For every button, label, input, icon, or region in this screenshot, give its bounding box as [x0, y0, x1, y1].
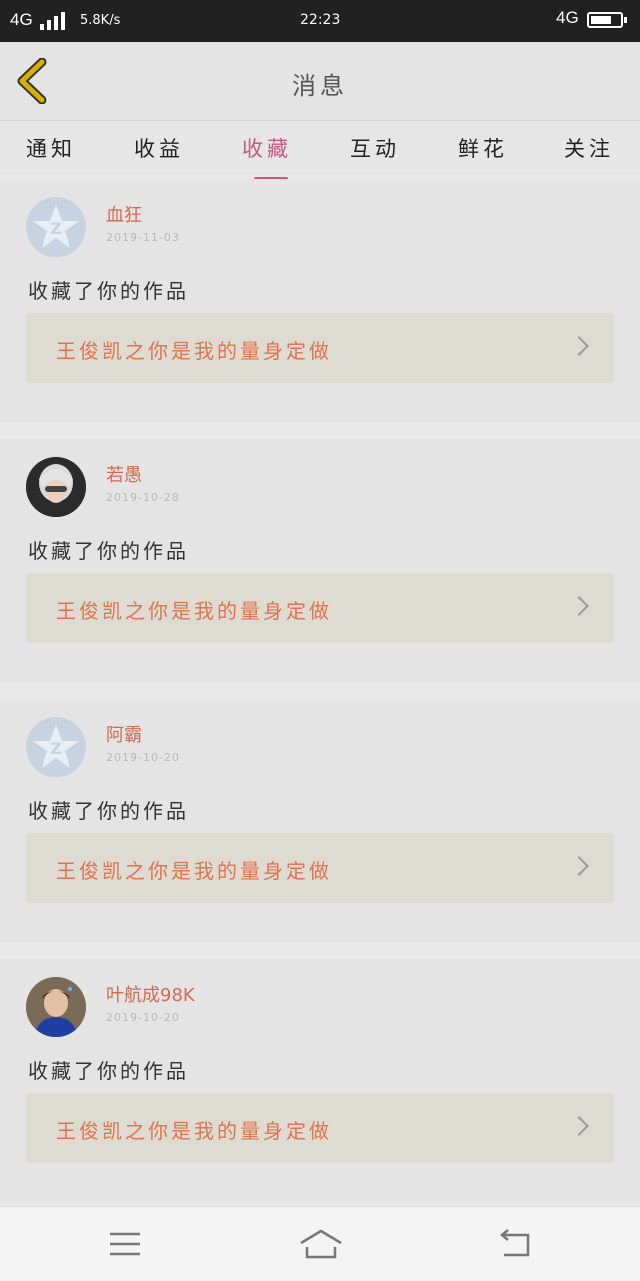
- list-item: Z 血狂 2019-11-03 收藏了你的作品 王俊凯之你是我的量身定做: [0, 179, 640, 422]
- svg-text:Z: Z: [50, 219, 62, 238]
- timestamp: 2019-11-03: [106, 231, 180, 244]
- timestamp: 2019-10-28: [106, 491, 180, 504]
- return-icon: [500, 1229, 530, 1257]
- work-title: 王俊凯之你是我的量身定做: [56, 859, 332, 883]
- avatar[interactable]: [26, 457, 86, 517]
- tab-label: 互动: [350, 137, 400, 161]
- status-bar: 4G 5.8K/s 22:23 4G: [0, 0, 640, 42]
- tab-favorites[interactable]: 收藏: [222, 133, 312, 180]
- chevron-right-icon: [569, 856, 589, 876]
- qzone-icon[interactable]: Z: [26, 717, 86, 777]
- timestamp: 2019-10-20: [106, 751, 180, 764]
- user-name[interactable]: 阿霸: [106, 721, 142, 747]
- tab-notice[interactable]: 通知: [6, 133, 96, 163]
- tab-interaction[interactable]: 互动: [330, 133, 420, 163]
- clock: 22:23: [300, 12, 341, 28]
- tab-income[interactable]: 收益: [114, 133, 204, 163]
- chevron-right-icon: [569, 1116, 589, 1136]
- svg-text:Z: Z: [50, 739, 62, 758]
- list-item: Z 阿霸 2019-10-20 收藏了你的作品 王俊凯之你是我的量身定做: [0, 699, 640, 942]
- chevron-right-icon: [569, 596, 589, 616]
- network-speed: 5.8K/s: [80, 13, 121, 28]
- tab-bar: 通知 收益 收藏 互动 鲜花 关注: [0, 121, 640, 180]
- action-text: 收藏了你的作品: [28, 1059, 189, 1083]
- system-nav-bar: [0, 1206, 640, 1281]
- action-text: 收藏了你的作品: [28, 279, 189, 303]
- tab-label: 收益: [134, 137, 184, 161]
- tab-label: 收藏: [242, 137, 292, 161]
- tab-label: 关注: [564, 137, 614, 161]
- tab-follow[interactable]: 关注: [544, 133, 634, 163]
- network-type-2: 4G: [556, 8, 579, 27]
- back-nav-button[interactable]: [496, 1227, 536, 1261]
- list-item: 若愚 2019-10-28 收藏了你的作品 王俊凯之你是我的量身定做: [0, 439, 640, 682]
- work-title: 王俊凯之你是我的量身定做: [56, 599, 332, 623]
- tab-flowers[interactable]: 鲜花: [438, 133, 528, 163]
- header: 消息: [0, 42, 640, 121]
- user-name[interactable]: 叶航成98K: [106, 981, 195, 1007]
- menu-icon: [110, 1232, 140, 1256]
- work-title: 王俊凯之你是我的量身定做: [56, 339, 332, 363]
- work-title: 王俊凯之你是我的量身定做: [56, 1119, 332, 1143]
- signal-icon: [40, 12, 66, 30]
- page-title: 消息: [292, 72, 348, 100]
- timestamp: 2019-10-20: [106, 1011, 180, 1024]
- list-item: 叶航成98K 2019-10-20 收藏了你的作品 王俊凯之你是我的量身定做: [0, 959, 640, 1202]
- work-link[interactable]: 王俊凯之你是我的量身定做: [26, 313, 614, 383]
- qzone-icon[interactable]: Z: [26, 197, 86, 257]
- home-button[interactable]: [298, 1227, 344, 1261]
- avatar[interactable]: [26, 977, 86, 1037]
- menu-button[interactable]: [106, 1227, 146, 1261]
- user-name[interactable]: 若愚: [106, 461, 142, 487]
- user-name[interactable]: 血狂: [106, 201, 142, 227]
- tab-label: 鲜花: [458, 137, 508, 161]
- work-link[interactable]: 王俊凯之你是我的量身定做: [26, 573, 614, 643]
- work-link[interactable]: 王俊凯之你是我的量身定做: [26, 1093, 614, 1163]
- tab-label: 通知: [26, 137, 76, 161]
- action-text: 收藏了你的作品: [28, 799, 189, 823]
- chevron-right-icon: [569, 336, 589, 356]
- action-text: 收藏了你的作品: [28, 539, 189, 563]
- home-icon: [300, 1229, 342, 1259]
- work-link[interactable]: 王俊凯之你是我的量身定做: [26, 833, 614, 903]
- battery-icon: [587, 12, 627, 28]
- network-type: 4G: [10, 10, 33, 29]
